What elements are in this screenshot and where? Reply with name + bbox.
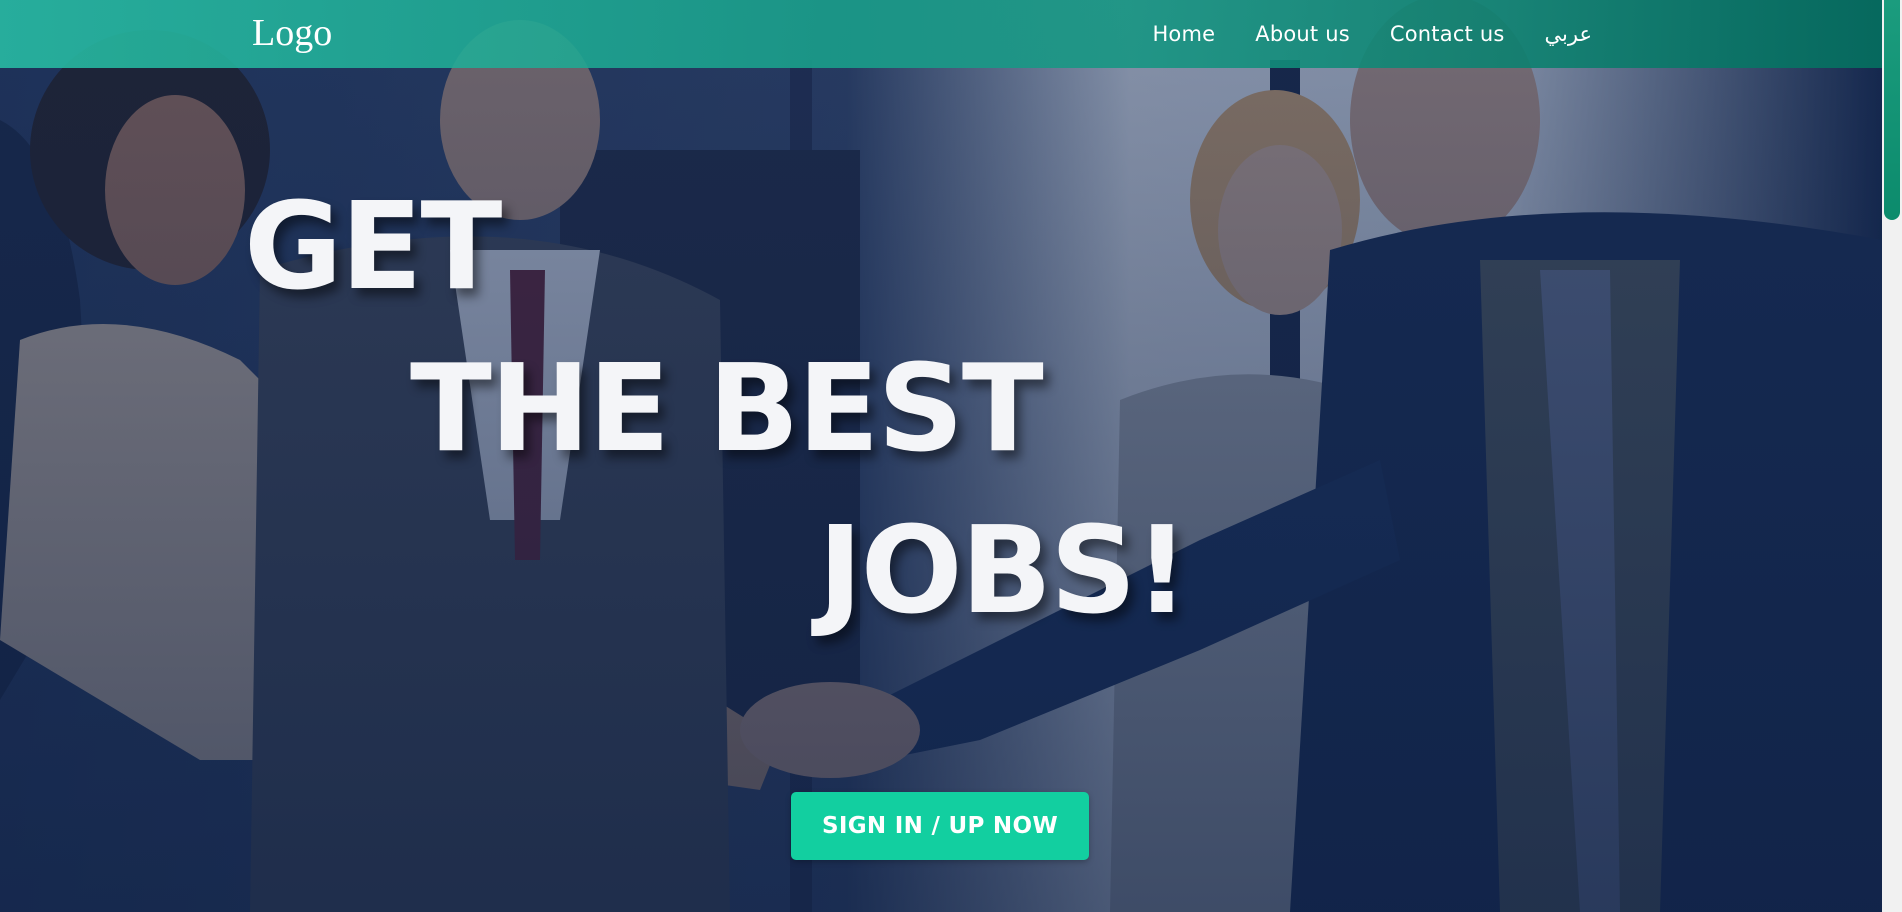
nav-link-home[interactable]: Home	[1152, 22, 1215, 46]
nav-link-contact-us[interactable]: Contact us	[1390, 22, 1505, 46]
top-navbar: Logo Home About us Contact us عربي	[0, 0, 1882, 68]
hero-headline-line-1: GET	[244, 178, 502, 317]
hero-headline-line-2: THE BEST	[410, 340, 1044, 479]
sign-in-up-button[interactable]: SIGN IN / UP NOW	[791, 792, 1089, 860]
page-scrollbar[interactable]	[1882, 0, 1902, 912]
page: Logo Home About us Contact us عربي GET T…	[0, 0, 1902, 912]
main-nav: Home About us Contact us عربي	[1152, 0, 1592, 68]
nav-link-language-arabic[interactable]: عربي	[1545, 22, 1592, 46]
site-logo[interactable]: Logo	[252, 10, 332, 56]
scrollbar-thumb[interactable]	[1884, 0, 1900, 220]
hero-headline-line-3: JOBS!	[818, 502, 1189, 641]
nav-link-about-us[interactable]: About us	[1255, 22, 1350, 46]
